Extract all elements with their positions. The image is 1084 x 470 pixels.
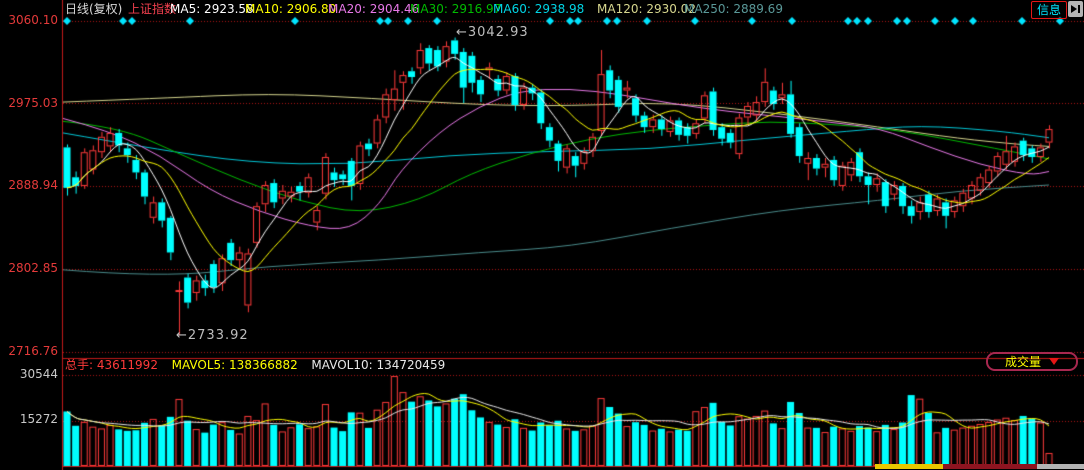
scrollbar-segment[interactable] [875, 464, 943, 469]
zongshou-label: 总手: [65, 358, 93, 372]
price-annotation: ←2733.92 [176, 328, 249, 343]
ma-legend-item: MA30: 2916.97 [410, 1, 501, 18]
axis-tick-label: 30544 [0, 367, 58, 381]
ma-legend-item: MA5: 2923.58 [170, 1, 254, 18]
mavol10-value: 134720459 [377, 358, 446, 372]
mavol5-label: MAVOL5: [172, 358, 226, 372]
mavol10-label: MAVOL10: [311, 358, 372, 372]
ma-legend-item: MA60: 2938.98 [493, 1, 584, 18]
scrollbar-segment[interactable] [1037, 464, 1084, 469]
index-name[interactable]: 上证指数 [128, 1, 176, 18]
scrollbar-segment[interactable] [943, 464, 1037, 469]
axis-tick-label: 2888.94 [0, 178, 58, 192]
axis-tick-label: 2975.03 [0, 96, 58, 110]
axis-tick-label: 2802.85 [0, 261, 58, 275]
mavol5-value: 138366882 [229, 358, 298, 372]
next-arrow-button[interactable] [1068, 1, 1083, 17]
volume-indicator-dropdown[interactable]: 成交量 [986, 352, 1078, 371]
ma-legend-item: MA120: 2930.02 [597, 1, 696, 18]
zongshou-value: 43611992 [97, 358, 158, 372]
period-label[interactable]: 日线(复权) [65, 1, 122, 18]
ma-legend-item: MA250: 2889.69 [684, 1, 783, 18]
axis-tick-label: 2716.76 [0, 344, 58, 358]
axis-tick-label: 15272 [0, 412, 58, 426]
dropdown-label: 成交量 [1005, 355, 1041, 369]
price-annotation: ←3042.93 [456, 25, 529, 40]
ma-legend-item: MA20: 2904.46 [328, 1, 419, 18]
ma-legend-item: MA10: 2906.80 [245, 1, 336, 18]
volume-pane-header: 总手: 43611992 MAVOL5: 138366882 MAVOL10: … [65, 358, 445, 373]
candlestick-chart-canvas[interactable] [0, 0, 1084, 470]
arrow-right-icon [1071, 5, 1077, 13]
info-button[interactable]: 信息 [1031, 1, 1067, 19]
trading-app-window: 日线(复权) 上证指数 MA5: 2923.58MA10: 2906.80MA2… [0, 0, 1084, 470]
chevron-down-icon [1049, 358, 1059, 365]
axis-tick-label: 3060.10 [0, 13, 58, 27]
